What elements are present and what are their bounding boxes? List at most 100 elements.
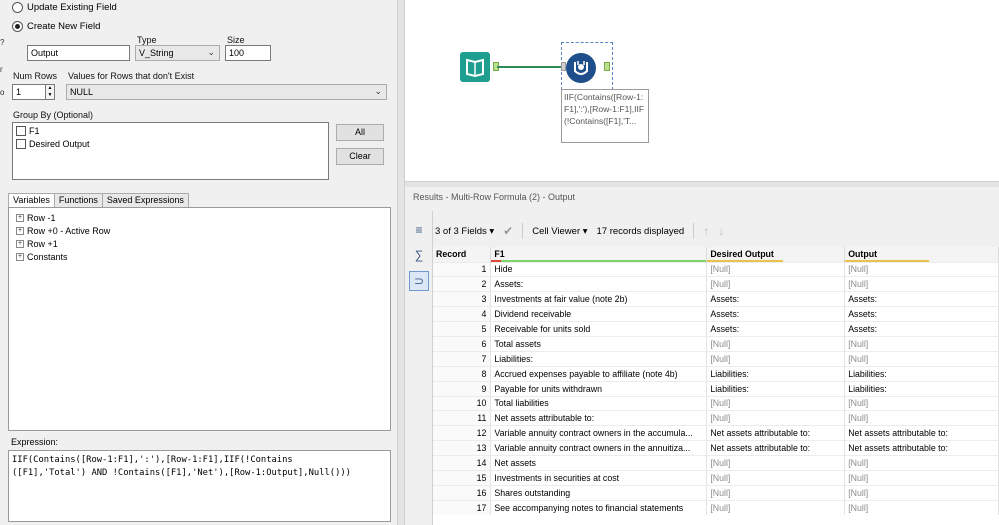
sum-icon[interactable]: ∑ bbox=[409, 246, 429, 266]
expression-editor[interactable]: IIF(Contains([Row-1:F1],':'),[Row-1:F1],… bbox=[8, 450, 391, 522]
record-cell[interactable]: 8 bbox=[433, 365, 492, 382]
values-nonexist-select[interactable]: NULL ⌄ bbox=[66, 84, 387, 100]
input-data-tool[interactable] bbox=[460, 52, 490, 82]
record-cell[interactable]: 16 bbox=[433, 484, 492, 501]
record-cell[interactable]: 2 bbox=[433, 276, 492, 292]
arrow-down-icon[interactable]: ↓ bbox=[718, 224, 724, 238]
column-header-f1[interactable]: F1 bbox=[490, 247, 708, 262]
table-row[interactable]: 3 Investments at fair value (note 2b) Asse… bbox=[433, 291, 999, 307]
f1-cell[interactable]: Variable annuity contract owners in the … bbox=[490, 440, 708, 456]
cell-viewer-dropdown[interactable]: Cell Viewer ▾ bbox=[532, 226, 587, 237]
f1-cell[interactable]: See accompanying notes to financial stat… bbox=[490, 499, 708, 516]
tree-item-active-row[interactable]: + Row +0 - Active Row bbox=[9, 224, 390, 237]
table-row[interactable]: 12 Variable annuity contract owners in th… bbox=[433, 425, 999, 441]
record-cell[interactable]: 12 bbox=[433, 425, 492, 441]
output-cell[interactable]: [Null] bbox=[844, 410, 999, 426]
record-cell[interactable]: 11 bbox=[433, 410, 492, 426]
table-row[interactable]: 4 Dividend receivable Assets: Assets: bbox=[433, 306, 999, 322]
record-cell[interactable]: 14 bbox=[433, 455, 492, 471]
f1-cell[interactable]: Total assets bbox=[490, 335, 708, 352]
record-cell[interactable]: 7 bbox=[433, 350, 492, 367]
radio-update-existing[interactable]: Update Existing Field bbox=[12, 2, 117, 13]
record-cell[interactable]: 10 bbox=[433, 395, 492, 411]
f1-cell[interactable]: Net assets attributable to: bbox=[490, 410, 708, 426]
checkmark-icon[interactable]: ✔ bbox=[503, 224, 513, 238]
output-cell[interactable]: Assets: bbox=[844, 291, 999, 307]
radio-button-icon[interactable] bbox=[12, 2, 23, 13]
desired-output-cell[interactable]: [Null] bbox=[706, 410, 846, 426]
f1-cell[interactable]: Investments at fair value (note 2b) bbox=[490, 291, 708, 307]
table-view-icon[interactable]: ≡ bbox=[409, 221, 429, 241]
record-cell[interactable]: 1 bbox=[433, 261, 492, 277]
desired-output-cell[interactable]: Net assets attributable to: bbox=[706, 440, 846, 456]
desired-output-cell[interactable]: [Null] bbox=[706, 276, 846, 292]
chevron-down-icon[interactable]: ⌄ bbox=[374, 86, 382, 96]
table-row[interactable]: 7 Liabilities: [Null] [Null] bbox=[433, 350, 999, 367]
radio-button-selected-icon[interactable] bbox=[12, 21, 23, 32]
output-cell[interactable]: [Null] bbox=[844, 455, 999, 471]
type-select[interactable]: V_String ⌄ bbox=[135, 45, 220, 61]
tab-saved-expressions[interactable]: Saved Expressions bbox=[101, 193, 189, 207]
record-cell[interactable]: 13 bbox=[433, 440, 492, 456]
tab-variables[interactable]: Variables bbox=[8, 193, 55, 207]
f1-cell[interactable]: Total liabilities bbox=[490, 395, 708, 411]
output-cell[interactable]: [Null] bbox=[844, 335, 999, 352]
f1-cell[interactable]: Hide bbox=[490, 261, 708, 277]
record-cell[interactable]: 9 bbox=[433, 380, 492, 397]
output-cell[interactable]: [Null] bbox=[844, 261, 999, 277]
desired-output-cell[interactable]: [Null] bbox=[706, 395, 846, 411]
num-rows-input[interactable]: 1 bbox=[12, 84, 46, 100]
output-cell[interactable]: [Null] bbox=[844, 276, 999, 292]
f1-cell[interactable]: Payable for units withdrawn bbox=[490, 380, 708, 397]
desired-output-cell[interactable]: [Null] bbox=[706, 335, 846, 352]
desired-output-cell[interactable]: [Null] bbox=[706, 455, 846, 471]
expand-plus-icon[interactable]: + bbox=[16, 213, 24, 222]
table-row[interactable]: 6 Total assets [Null] [Null] bbox=[433, 335, 999, 352]
clear-button[interactable]: Clear bbox=[336, 148, 384, 165]
output-cell[interactable]: [Null] bbox=[844, 499, 999, 516]
chevron-down-icon[interactable]: ▾ bbox=[583, 226, 588, 237]
desired-output-cell[interactable]: Liabilities: bbox=[706, 365, 846, 382]
output-cell[interactable]: Liabilities: bbox=[844, 380, 999, 397]
num-rows-stepper[interactable]: ▲ ▼ bbox=[45, 84, 55, 100]
record-cell[interactable]: 5 bbox=[433, 321, 492, 337]
table-row[interactable]: 1 Hide [Null] [Null] bbox=[433, 261, 999, 277]
chevron-down-icon[interactable]: ▾ bbox=[489, 226, 494, 237]
output-anchor[interactable] bbox=[604, 62, 610, 71]
expand-plus-icon[interactable]: + bbox=[16, 226, 24, 235]
table-row[interactable]: 9 Payable for units withdrawn Liabilities:… bbox=[433, 380, 999, 397]
arrow-up-icon[interactable]: ↑ bbox=[703, 224, 709, 238]
f1-cell[interactable]: Accrued expenses payable to affiliate (n… bbox=[490, 365, 708, 382]
desired-output-cell[interactable]: Liabilities: bbox=[706, 380, 846, 397]
column-header-output[interactable]: Output bbox=[844, 247, 999, 262]
desired-output-cell[interactable]: Assets: bbox=[706, 306, 846, 322]
record-cell[interactable]: 17 bbox=[433, 499, 492, 516]
f1-cell[interactable]: Liabilities: bbox=[490, 350, 708, 367]
table-row[interactable]: 16 Shares outstanding [Null] [Null] bbox=[433, 484, 999, 501]
tab-functions[interactable]: Functions bbox=[53, 193, 103, 207]
table-row[interactable]: 5 Receivable for units sold Assets: Assets: bbox=[433, 321, 999, 337]
table-row[interactable]: 14 Net assets [Null] [Null] bbox=[433, 455, 999, 471]
table-row[interactable]: 2 Assets: [Null] [Null] bbox=[433, 276, 999, 292]
desired-output-cell[interactable]: [Null] bbox=[706, 469, 846, 486]
f1-cell[interactable]: Net assets bbox=[490, 455, 708, 471]
field-name-input[interactable]: Output bbox=[27, 45, 130, 61]
group-by-item[interactable]: Desired Output bbox=[13, 137, 328, 150]
group-by-item[interactable]: F1 bbox=[13, 124, 328, 137]
table-row[interactable]: 17 See accompanying notes to financial st… bbox=[433, 499, 999, 516]
output-cell[interactable]: [Null] bbox=[844, 484, 999, 501]
tree-item-row-plus-1[interactable]: + Row +1 bbox=[9, 237, 390, 250]
column-header-record[interactable]: Record bbox=[433, 247, 492, 262]
output-cell[interactable]: [Null] bbox=[844, 395, 999, 411]
chevron-down-icon[interactable]: ⌄ bbox=[207, 47, 215, 57]
output-cell[interactable]: [Null] bbox=[844, 469, 999, 486]
fields-selector[interactable]: 3 of 3 Fields ▾ bbox=[435, 226, 494, 237]
record-cell[interactable]: 4 bbox=[433, 306, 492, 322]
desired-output-cell[interactable]: [Null] bbox=[706, 484, 846, 501]
tree-item-row-minus-1[interactable]: + Row -1 bbox=[9, 211, 390, 224]
desired-output-cell[interactable]: [Null] bbox=[706, 499, 846, 516]
column-header-desired-output[interactable]: Desired Output bbox=[706, 247, 846, 262]
f1-cell[interactable]: Variable annuity contract owners in the … bbox=[490, 425, 708, 441]
desired-output-cell[interactable]: Net assets attributable to: bbox=[706, 425, 846, 441]
table-row[interactable]: 13 Variable annuity contract owners in th… bbox=[433, 440, 999, 456]
